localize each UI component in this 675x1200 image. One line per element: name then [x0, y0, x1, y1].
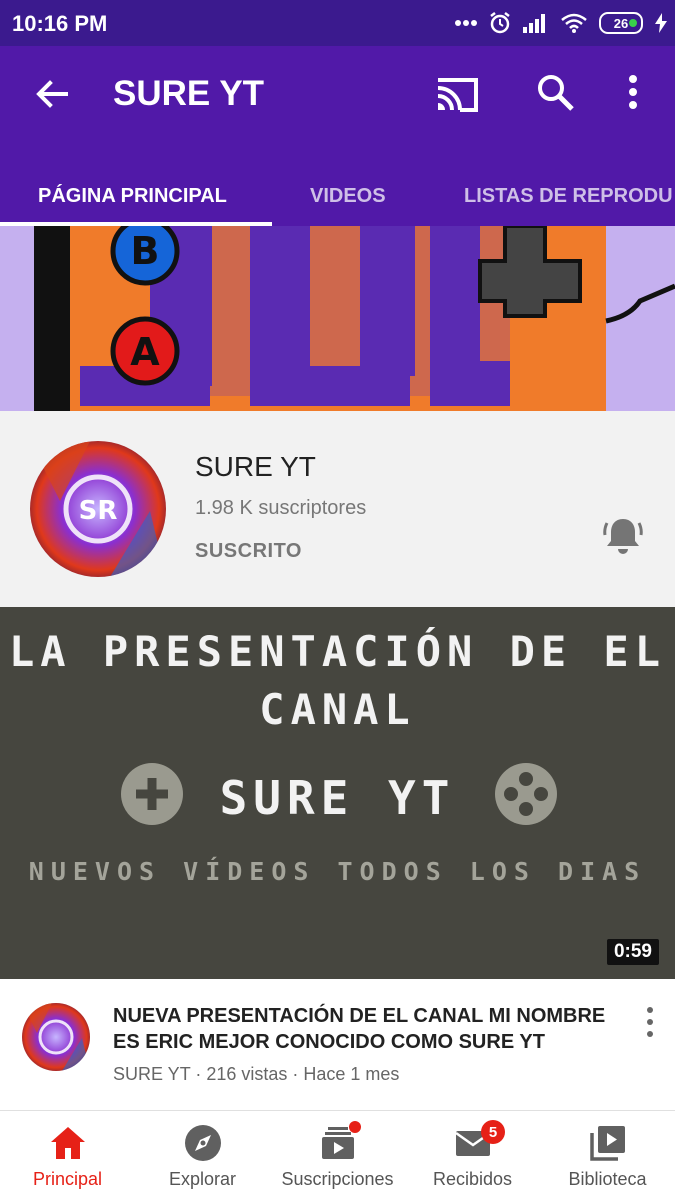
channel-header: SR SURE YT 1.98 K suscriptores SUSCRITO: [0, 411, 675, 607]
status-icons: 26: [455, 8, 667, 38]
battery-indicator: 26: [599, 12, 643, 34]
nav-explore-label: Explorar: [168, 1169, 237, 1189]
nav-subscriptions[interactable]: Suscripciones: [270, 1111, 405, 1200]
channel-tabs: PÁGINA PRINCIPAL VIDEOS LISTAS DE REPROD…: [0, 166, 675, 226]
nav-library-label: Biblioteca: [568, 1169, 647, 1189]
page-title: SURE YT: [113, 74, 265, 113]
compass-icon: [184, 1125, 221, 1161]
cast-icon[interactable]: [432, 72, 482, 116]
status-time: 10:16 PM: [12, 11, 108, 36]
channel-avatar-text: SR: [79, 496, 118, 526]
video-more-icon[interactable]: [640, 1005, 660, 1039]
channel-avatar[interactable]: SR: [30, 441, 166, 577]
search-icon[interactable]: [533, 70, 577, 114]
nav-home[interactable]: Principal: [0, 1111, 135, 1200]
video-channel-avatar[interactable]: [22, 1003, 90, 1071]
nav-inbox-label: Recibidos: [432, 1169, 513, 1189]
tab-home[interactable]: PÁGINA PRINCIPAL: [38, 166, 227, 226]
more-dots-icon: [455, 20, 477, 26]
thumbnail-subtitle: NUEVOS VÍDEOS TODOS LOS DIAS: [28, 857, 647, 886]
nav-home-label: Principal: [32, 1169, 103, 1189]
thumbnail-line-2: CANAL: [259, 685, 416, 734]
thumbnail-line-1: LA PRESENTACIÓN DE EL: [8, 627, 666, 676]
banner-button-b: B: [131, 229, 160, 273]
video-meta: SURE YT · 216 vistas · Hace 1 mes: [113, 1064, 400, 1084]
gamepad-buttons-icon: [495, 763, 557, 825]
nav-subscriptions-label: Suscripciones: [281, 1169, 394, 1189]
channel-name: SURE YT: [195, 451, 316, 482]
inbox-badge: 5: [481, 1120, 505, 1144]
alarm-icon: [490, 12, 510, 34]
nav-explore[interactable]: Explorar: [135, 1111, 270, 1200]
video-info[interactable]: NUEVA PRESENTACIÓN DE EL CANAL MI NOMBRE…: [0, 979, 675, 1111]
bottom-navigation: Principal Explorar Suscripciones Recibid…: [0, 1111, 675, 1200]
back-arrow-icon[interactable]: [30, 72, 74, 116]
video-duration: 0:59: [606, 939, 659, 965]
video-thumbnail[interactable]: LA PRESENTACIÓN DE EL CANAL SURE YT NUEV…: [0, 607, 675, 979]
more-vert-icon[interactable]: [616, 70, 650, 114]
thumbnail-title: SURE YT: [219, 771, 456, 825]
banner-art: B A: [0, 226, 675, 411]
charging-icon: [655, 13, 667, 33]
channel-banner: B A: [0, 226, 675, 411]
notification-bell-icon[interactable]: [601, 513, 645, 557]
nav-inbox[interactable]: Recibidos: [405, 1111, 540, 1200]
tab-videos[interactable]: VIDEOS: [310, 166, 386, 226]
home-icon: [50, 1127, 85, 1159]
video-title[interactable]: NUEVA PRESENTACIÓN DE EL CANAL MI NOMBRE…: [113, 1003, 635, 1055]
library-icon: [589, 1126, 625, 1161]
subscriber-count: 1.98 K suscriptores: [195, 497, 367, 519]
subscribe-button[interactable]: SUSCRITO: [195, 540, 302, 563]
wifi-icon: [561, 13, 587, 33]
subscriptions-badge: [349, 1121, 361, 1133]
banner-button-a: A: [130, 330, 160, 374]
tab-playlists[interactable]: LISTAS DE REPRODU: [464, 166, 673, 226]
battery-level: 26: [613, 15, 629, 31]
signal-icon: [523, 14, 545, 33]
nav-library[interactable]: Biblioteca: [540, 1111, 675, 1200]
app-bar: SURE YT PÁGINA PRINCIPAL VIDEOS LISTAS D…: [0, 46, 675, 226]
status-bar: 10:16 PM 26: [0, 0, 675, 46]
